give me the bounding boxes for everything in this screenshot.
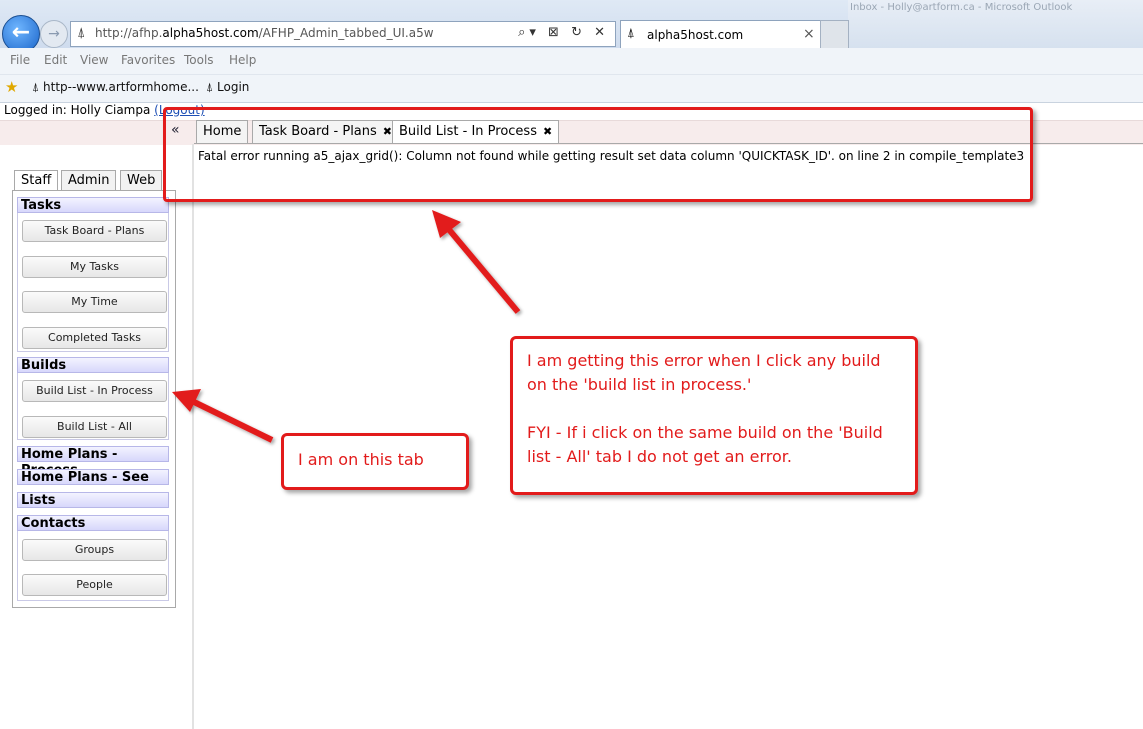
callout-error-explanation-text: I am getting this error when I click any… — [527, 351, 883, 466]
callout-current-tab: I am on this tab — [281, 433, 469, 490]
callout-error-explanation: I am getting this error when I click any… — [510, 336, 918, 495]
arrow-to-error-icon — [432, 210, 521, 314]
arrow-to-tab-icon — [172, 389, 274, 443]
callout-current-tab-text: I am on this tab — [298, 450, 424, 469]
